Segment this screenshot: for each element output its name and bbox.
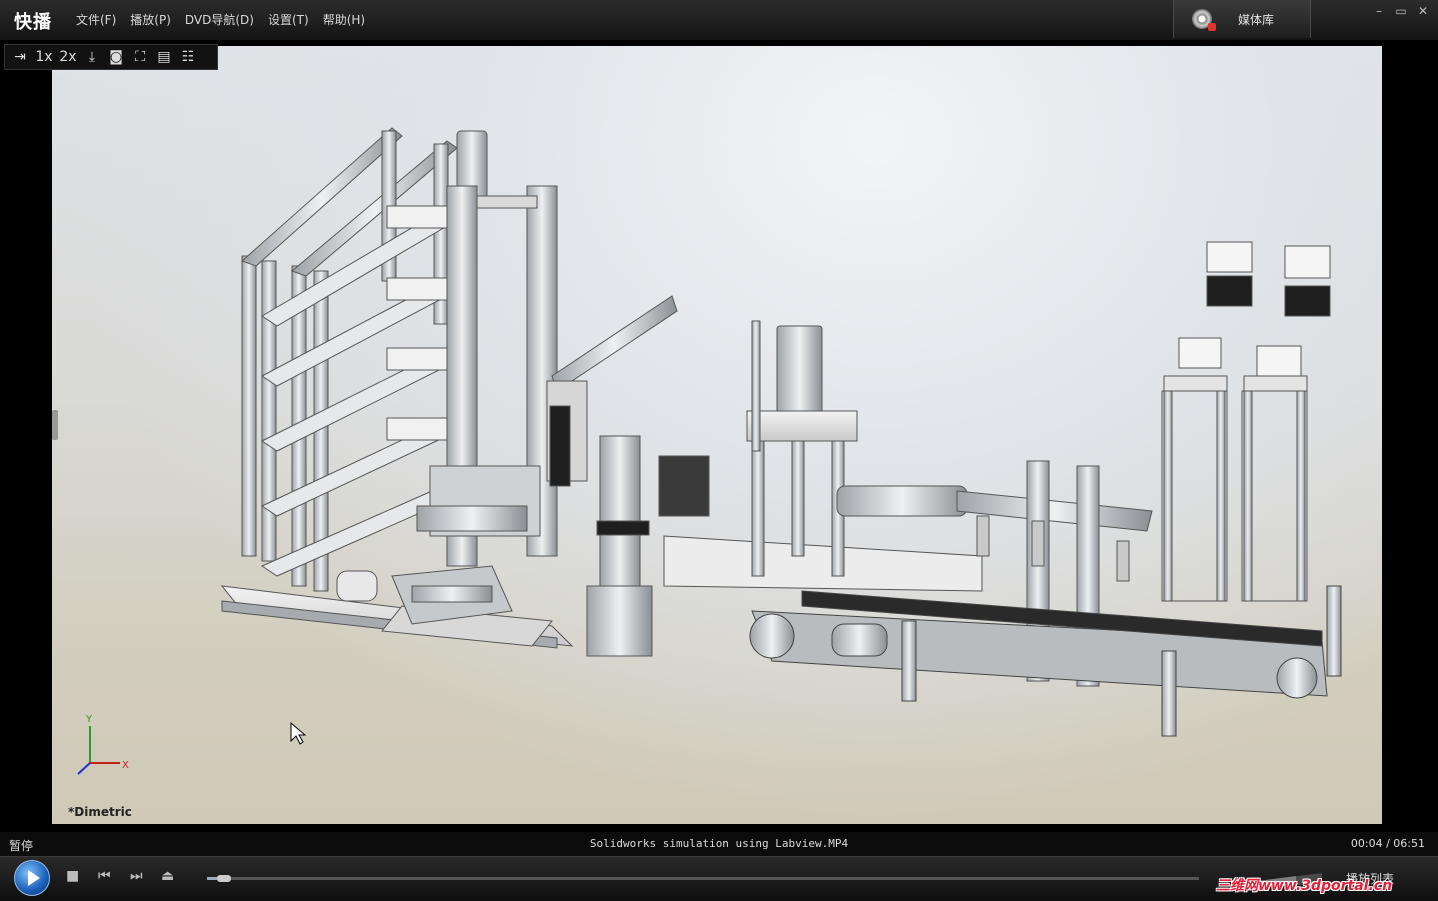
menu-bar: 文件(F) 播放(P) DVD导航(D) 设置(T) 帮助(H) (76, 11, 365, 28)
minimize-button[interactable]: – (1372, 4, 1386, 18)
title-bar: 快播 文件(F) 播放(P) DVD导航(D) 设置(T) 帮助(H) 媒体库 … (0, 0, 1438, 41)
seek-bar[interactable] (207, 875, 1199, 882)
video-canvas[interactable]: Y X *Dimetric (52, 46, 1382, 824)
fullscreen-icon[interactable]: ⛶ (131, 49, 149, 65)
file-name: Solidworks simulation using Labview.MP4 (589, 837, 849, 850)
restore-button[interactable]: ▭ (1394, 4, 1408, 18)
status-bar: 暂停 Solidworks simulation using Labview.M… (0, 832, 1438, 856)
video-toolbar: ⇥ 1x 2x ⤓ ◙ ⛶ ▤ ☷ (4, 44, 218, 70)
eject-icon[interactable]: ⏏ (161, 868, 174, 884)
control-bar: ■ ⏮ ⏭ ⏏ 播放列表 三维网www.3dportal.cn (0, 856, 1438, 901)
mouse-cursor-icon (290, 722, 306, 745)
play-button[interactable] (14, 860, 50, 896)
view-orientation-label: *Dimetric (68, 805, 132, 819)
media-library-label: 媒体库 (1238, 12, 1275, 27)
axis-y-label: Y (85, 714, 93, 725)
cad-scene: Y X (77, 127, 1342, 775)
menu-play[interactable]: 播放(P) (130, 11, 171, 28)
axis-triad: Y X (77, 714, 129, 775)
minimize-to-corner-icon[interactable]: ⤓ (83, 49, 101, 65)
scale-2x-button[interactable]: 2x (59, 49, 77, 65)
settings-panel-icon[interactable]: ☷ (179, 49, 197, 65)
camera-icon[interactable]: ◙ (107, 49, 125, 65)
video-frame[interactable]: Y X *Dimetric (0, 40, 1438, 832)
time-display: 00:04 / 06:51 (1350, 837, 1425, 850)
previous-icon[interactable]: ⏮ (98, 868, 111, 884)
axis-x-label: X (122, 760, 129, 771)
menu-dvd-nav[interactable]: DVD导航(D) (185, 11, 254, 28)
next-icon[interactable]: ⏭ (130, 868, 143, 884)
seek-handle[interactable] (216, 875, 231, 882)
window-controls: – ▭ ✕ (1372, 4, 1430, 18)
menu-help[interactable]: 帮助(H) (323, 11, 365, 28)
menu-file[interactable]: 文件(F) (76, 11, 116, 28)
stacking-towers (1161, 241, 1331, 602)
media-library-button[interactable]: 媒体库 (1173, 0, 1311, 38)
press-station (658, 320, 983, 592)
app-logo[interactable]: 快播 (14, 8, 52, 34)
watermark: 三维网www.3dportal.cn (1216, 878, 1393, 894)
rack-base (220, 585, 574, 649)
disc-icon (1192, 9, 1216, 31)
gripper-arm (546, 295, 678, 657)
close-button[interactable]: ✕ (1416, 4, 1430, 18)
menu-settings[interactable]: 设置(T) (268, 11, 309, 28)
color-adjust-icon[interactable]: ▤ (155, 49, 173, 65)
side-panel-handle[interactable] (52, 410, 58, 440)
scale-1x-button[interactable]: 1x (35, 49, 53, 65)
stop-icon[interactable]: ■ (66, 868, 79, 884)
pin-icon[interactable]: ⇥ (11, 49, 29, 65)
